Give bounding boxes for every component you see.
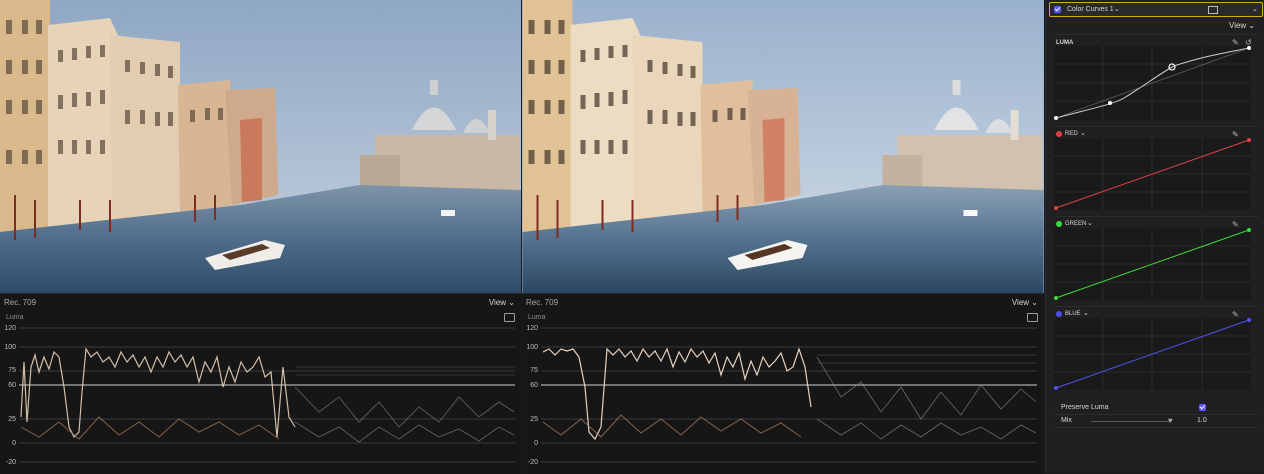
channel-label[interactable]: GREEN bbox=[1065, 221, 1086, 227]
scope-settings-icon[interactable] bbox=[504, 313, 515, 322]
tick-label: -20 bbox=[5, 459, 16, 466]
effect-name[interactable]: Color Curves 1 bbox=[1067, 6, 1114, 13]
effect-header[interactable]: Color Curves 1 ⌄ ⌄ bbox=[1049, 2, 1263, 17]
scope-type-label: Luma bbox=[528, 314, 546, 321]
luma-waveform bbox=[541, 327, 1037, 463]
venice-image-before bbox=[0, 0, 521, 293]
chevron-down-icon: ⌄ bbox=[1031, 298, 1038, 307]
scope-colorspace-label: Rec. 709 bbox=[4, 298, 37, 307]
chevron-down-icon[interactable]: ⌄ bbox=[1080, 129, 1086, 137]
tick-label: 75 bbox=[8, 367, 16, 374]
luma-waveform bbox=[19, 327, 515, 463]
chevron-down-icon: ⌄ bbox=[1114, 6, 1120, 13]
scope-view-menu[interactable]: View ⌄ bbox=[489, 298, 515, 307]
color-curves-inspector: Color Curves 1 ⌄ ⌄ View ⌄ LUMA ✎ ↺ RED ⌄… bbox=[1045, 0, 1264, 473]
effect-enable-checkbox[interactable] bbox=[1054, 6, 1061, 13]
blue-curve-graph[interactable] bbox=[1054, 318, 1251, 390]
mix-slider-track[interactable] bbox=[1091, 421, 1171, 422]
tick-label: 25 bbox=[530, 416, 538, 423]
red-curve-graph[interactable] bbox=[1054, 138, 1251, 210]
luma-scope-after: Rec. 709 View ⌄ Luma 120 100 75 60 25 0 … bbox=[522, 293, 1044, 474]
mix-value[interactable]: 1.0 bbox=[1197, 417, 1207, 424]
red-channel-dot bbox=[1056, 131, 1062, 137]
tick-label: 25 bbox=[8, 416, 16, 423]
tick-label: 100 bbox=[4, 344, 16, 351]
tick-label: 75 bbox=[530, 367, 538, 374]
tick-label: -20 bbox=[527, 459, 538, 466]
green-curve-graph[interactable] bbox=[1054, 228, 1251, 300]
tick-label: 120 bbox=[526, 325, 538, 332]
scope-view-menu[interactable]: View ⌄ bbox=[1012, 298, 1038, 307]
viewer-after[interactable] bbox=[522, 0, 1044, 293]
scope-type-label: Luma bbox=[6, 314, 24, 321]
chevron-down-icon[interactable]: ⌄ bbox=[1252, 5, 1258, 13]
preserve-luma-checkbox[interactable] bbox=[1199, 404, 1206, 411]
scope-settings-icon[interactable] bbox=[1027, 313, 1038, 322]
blue-channel-dot bbox=[1056, 311, 1062, 317]
tick-label: 120 bbox=[4, 325, 16, 332]
inspector-view-label[interactable]: View bbox=[1229, 21, 1246, 30]
preserve-luma-label: Preserve Luma bbox=[1061, 404, 1109, 411]
green-channel-dot bbox=[1056, 221, 1062, 227]
inspector-view-menu[interactable]: View ⌄ bbox=[1229, 21, 1255, 30]
chevron-down-icon: ⌄ bbox=[508, 298, 515, 307]
luma-curve-graph[interactable] bbox=[1054, 46, 1251, 120]
mix-label: Mix bbox=[1061, 417, 1072, 424]
scope-colorspace-label: Rec. 709 bbox=[526, 298, 559, 307]
scope-view-label[interactable]: View bbox=[489, 298, 506, 307]
tick-label: 100 bbox=[526, 344, 538, 351]
inspector-footer bbox=[1054, 427, 1259, 428]
tick-label: 0 bbox=[534, 440, 538, 447]
chevron-down-icon[interactable]: ⌄ bbox=[1083, 309, 1089, 317]
tick-label: 60 bbox=[8, 382, 16, 389]
tick-label: 0 bbox=[12, 440, 16, 447]
scope-view-label[interactable]: View bbox=[1012, 298, 1029, 307]
luma-scope-before: Rec. 709 View ⌄ Luma 120 100 75 60 25 0 … bbox=[0, 293, 521, 474]
tick-label: 60 bbox=[530, 382, 538, 389]
viewer-before[interactable] bbox=[0, 0, 521, 293]
venice-image-after bbox=[522, 0, 1044, 293]
channel-label[interactable]: RED bbox=[1065, 131, 1078, 137]
channel-label[interactable]: BLUE bbox=[1065, 311, 1081, 317]
mask-icon[interactable] bbox=[1208, 6, 1218, 14]
mix-slider-thumb[interactable]: ♥ bbox=[1168, 416, 1173, 425]
chevron-down-icon[interactable]: ⌄ bbox=[1087, 219, 1093, 227]
